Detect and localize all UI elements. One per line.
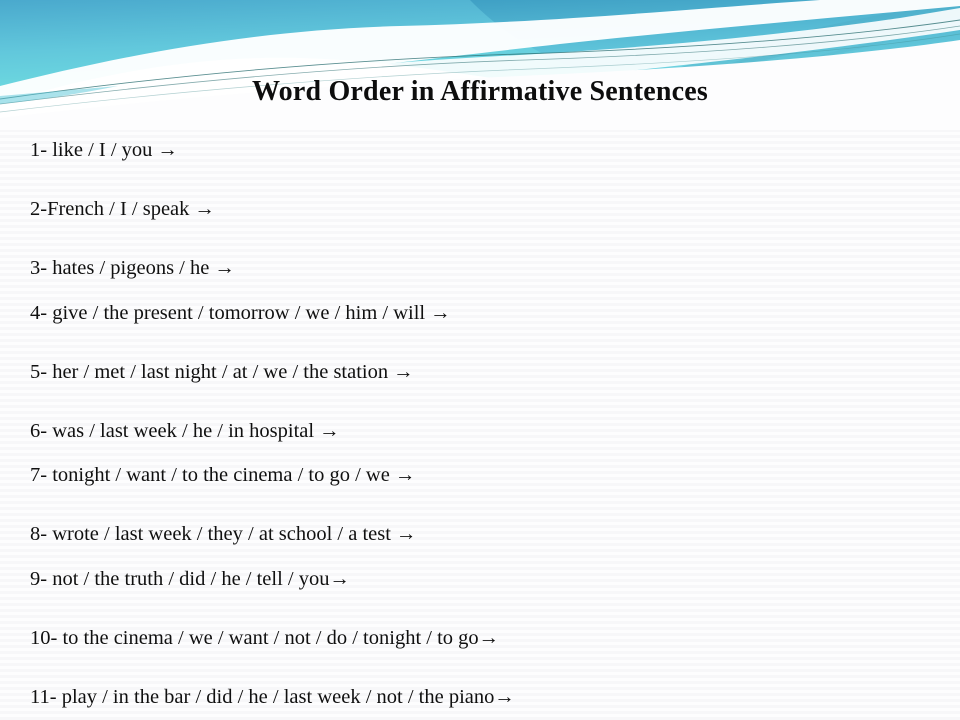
exercise-item-2: 2-French / I / speak → bbox=[30, 198, 216, 221]
decorative-wave-banner bbox=[0, 0, 960, 130]
exercise-item-1: 1- like / I / you → bbox=[30, 139, 179, 161]
exercise-list: 1- like / I / you → 2-French / I / speak… bbox=[30, 138, 930, 709]
wave-graphic bbox=[0, 0, 960, 130]
exercise-item-10: 10- to the cinema / we / want / not / do… bbox=[30, 626, 500, 649]
exercise-item-11: 11- play / in the bar / did / he / last … bbox=[30, 685, 515, 708]
page-title: Word Order in Affirmative Sentences bbox=[252, 76, 708, 107]
exercise-item-7: 7- tonight / want / to the cinema / to g… bbox=[30, 464, 416, 487]
slide-canvas: Word Order in Affirmative Sentences 1- l… bbox=[0, 0, 960, 720]
exercise-item-8: 8- wrote / last week / they / at school … bbox=[30, 523, 417, 546]
exercise-item-6: 6- was / last week / he / in hospital → bbox=[30, 419, 340, 442]
exercise-item-3: 3- hates / pigeons / he → bbox=[30, 257, 235, 280]
exercise-item-9: 9- not / the truth / did / he / tell / y… bbox=[30, 567, 350, 590]
exercise-item-4: 4- give / the present / tomorrow / we / … bbox=[30, 301, 451, 324]
exercise-item-5: 5- her / met / last night / at / we / th… bbox=[30, 360, 414, 383]
